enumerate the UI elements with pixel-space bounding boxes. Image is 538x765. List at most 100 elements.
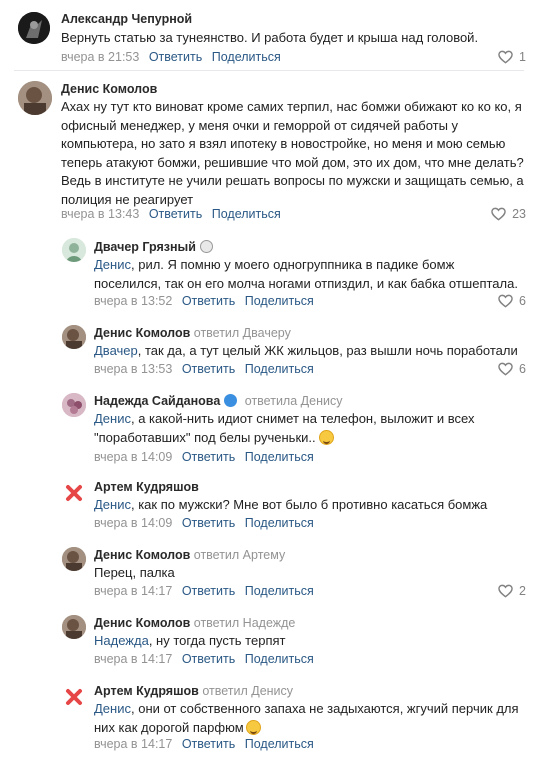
reply-author[interactable]: Артем Кудряшов	[94, 480, 199, 494]
replied-to[interactable]: ответил Надежде	[194, 616, 296, 630]
reply-button[interactable]: Ответить	[182, 294, 235, 308]
mention-link[interactable]: Денис	[94, 701, 131, 716]
replied-to[interactable]: ответил Денису	[202, 684, 293, 698]
avatar[interactable]	[62, 393, 86, 417]
comment: Денис Комолов Ахах ну тут кто виноват кр…	[0, 76, 538, 236]
comment-meta: вчера в 21:53 Ответить Поделиться	[61, 50, 287, 64]
heart-icon	[498, 50, 513, 64]
close-icon	[66, 689, 82, 705]
comment-time[interactable]: вчера в 13:43	[61, 207, 139, 221]
reply-meta: вчера в 14:17 Ответить Поделиться	[94, 652, 320, 666]
reply-comment: Надежда Сайданова ответила Денису Денис,…	[0, 390, 538, 470]
avatar[interactable]	[62, 325, 86, 349]
share-button[interactable]: Поделиться	[245, 737, 314, 751]
reply-comment: Артем Кудряшов ответил Денису Денис, они…	[0, 680, 538, 760]
ghost-badge-icon	[224, 394, 238, 407]
comment-text: Вернуть статью за тунеянство. И работа б…	[61, 30, 479, 45]
reply-author[interactable]: Надежда Сайданова ответила Денису	[94, 394, 342, 408]
avatar[interactable]	[62, 615, 86, 639]
reply-comment: Денис Комолов ответил Надежде Надежда, н…	[0, 612, 538, 672]
share-button[interactable]: Поделиться	[245, 584, 314, 598]
reply-time[interactable]: вчера в 14:17	[94, 652, 172, 666]
reply-text: Денис, а какой-нить идиот снимет на теле…	[94, 411, 475, 445]
comment-text: Ахах ну тут кто виноват кроме самих терп…	[61, 99, 524, 207]
comment: Александр Чепурной Вернуть статью за тун…	[0, 0, 538, 76]
reply-text: Денис, они от собственного запаха не зад…	[94, 701, 519, 735]
reply-comment: Артем Кудряшов Денис, как по мужски? Мне…	[0, 476, 538, 536]
like-button[interactable]: 23	[491, 207, 526, 221]
share-button[interactable]: Поделиться	[245, 362, 314, 376]
like-count: 6	[519, 362, 526, 376]
mention-link[interactable]: Надежда	[94, 633, 149, 648]
share-button[interactable]: Поделиться	[212, 207, 281, 221]
heart-icon	[498, 362, 513, 376]
reply-author[interactable]: Денис Комолов ответил Двачеру	[94, 326, 291, 340]
reply-text: Перец, палка	[94, 565, 175, 580]
reply-time[interactable]: вчера в 14:17	[94, 584, 172, 598]
like-button[interactable]: 6	[498, 294, 526, 308]
close-icon	[66, 485, 82, 501]
like-count: 6	[519, 294, 526, 308]
mention-link[interactable]: Денис	[94, 411, 131, 426]
reply-author[interactable]: Денис Комолов ответил Артему	[94, 548, 285, 562]
like-button[interactable]: 1	[498, 50, 526, 64]
divider	[14, 70, 524, 71]
like-count: 1	[519, 50, 526, 64]
avatar[interactable]	[62, 238, 86, 262]
avatar[interactable]	[18, 81, 52, 115]
heart-icon	[491, 207, 506, 221]
share-button[interactable]: Поделиться	[245, 516, 314, 530]
reply-author[interactable]: Денис Комолов ответил Надежде	[94, 616, 295, 630]
heart-icon	[498, 294, 513, 308]
reply-author[interactable]: Артем Кудряшов ответил Денису	[94, 684, 293, 698]
reply-button[interactable]: Ответить	[149, 50, 202, 64]
laughing-emoji-icon	[318, 429, 334, 445]
reply-button[interactable]: Ответить	[182, 652, 235, 666]
reply-button[interactable]: Ответить	[182, 516, 235, 530]
heart-icon	[498, 584, 513, 598]
replied-to[interactable]: ответил Артему	[194, 548, 285, 562]
reply-text: Денис, рил. Я помню у моего одногруппник…	[94, 257, 518, 291]
avatar[interactable]	[62, 547, 86, 571]
reply-text: Надежда, ну тогда пусть терпят	[94, 633, 286, 648]
mention-link[interactable]: Денис	[94, 257, 131, 272]
reply-time[interactable]: вчера в 14:09	[94, 450, 172, 464]
reply-meta: вчера в 13:52 Ответить Поделиться	[94, 294, 320, 308]
reply-button[interactable]: Ответить	[182, 737, 235, 751]
reply-author[interactable]: Двачер Грязный	[94, 240, 213, 254]
replied-to[interactable]: ответил Двачеру	[194, 326, 291, 340]
reply-time[interactable]: вчера в 14:17	[94, 737, 172, 751]
reply-meta: вчера в 14:09 Ответить Поделиться	[94, 516, 320, 530]
reply-button[interactable]: Ответить	[149, 207, 202, 221]
reply-meta: вчера в 14:17 Ответить Поделиться	[94, 584, 320, 598]
replied-to[interactable]: ответила Денису	[245, 394, 343, 408]
like-count: 23	[512, 207, 526, 221]
share-button[interactable]: Поделиться	[245, 294, 314, 308]
reply-time[interactable]: вчера в 14:09	[94, 516, 172, 530]
share-button[interactable]: Поделиться	[245, 450, 314, 464]
like-button[interactable]: 2	[498, 584, 526, 598]
reply-button[interactable]: Ответить	[182, 450, 235, 464]
deleted-avatar[interactable]	[62, 685, 86, 709]
reply-text: Двачер, так да, а тут целый ЖК жильцов, …	[94, 343, 518, 358]
reply-meta: вчера в 14:17 Ответить Поделиться	[94, 737, 320, 751]
reply-time[interactable]: вчера в 13:53	[94, 362, 172, 376]
reply-time[interactable]: вчера в 13:52	[94, 294, 172, 308]
mention-link[interactable]: Двачер	[94, 343, 138, 358]
troll-face-icon	[199, 240, 213, 253]
laughing-emoji-icon	[245, 719, 261, 735]
reply-button[interactable]: Ответить	[182, 362, 235, 376]
share-button[interactable]: Поделиться	[212, 50, 281, 64]
reply-meta: вчера в 14:09 Ответить Поделиться	[94, 450, 320, 464]
comment-author[interactable]: Денис Комолов	[61, 82, 157, 96]
reply-text: Денис, как по мужски? Мне вот было б про…	[94, 497, 488, 512]
share-button[interactable]: Поделиться	[245, 652, 314, 666]
like-button[interactable]: 6	[498, 362, 526, 376]
deleted-avatar[interactable]	[62, 481, 86, 505]
mention-link[interactable]: Денис	[94, 497, 131, 512]
comment-time[interactable]: вчера в 21:53	[61, 50, 139, 64]
reply-button[interactable]: Ответить	[182, 584, 235, 598]
reply-comment: Денис Комолов ответил Двачеру Двачер, та…	[0, 322, 538, 382]
comment-author[interactable]: Александр Чепурной	[61, 12, 192, 26]
avatar[interactable]	[18, 12, 50, 44]
